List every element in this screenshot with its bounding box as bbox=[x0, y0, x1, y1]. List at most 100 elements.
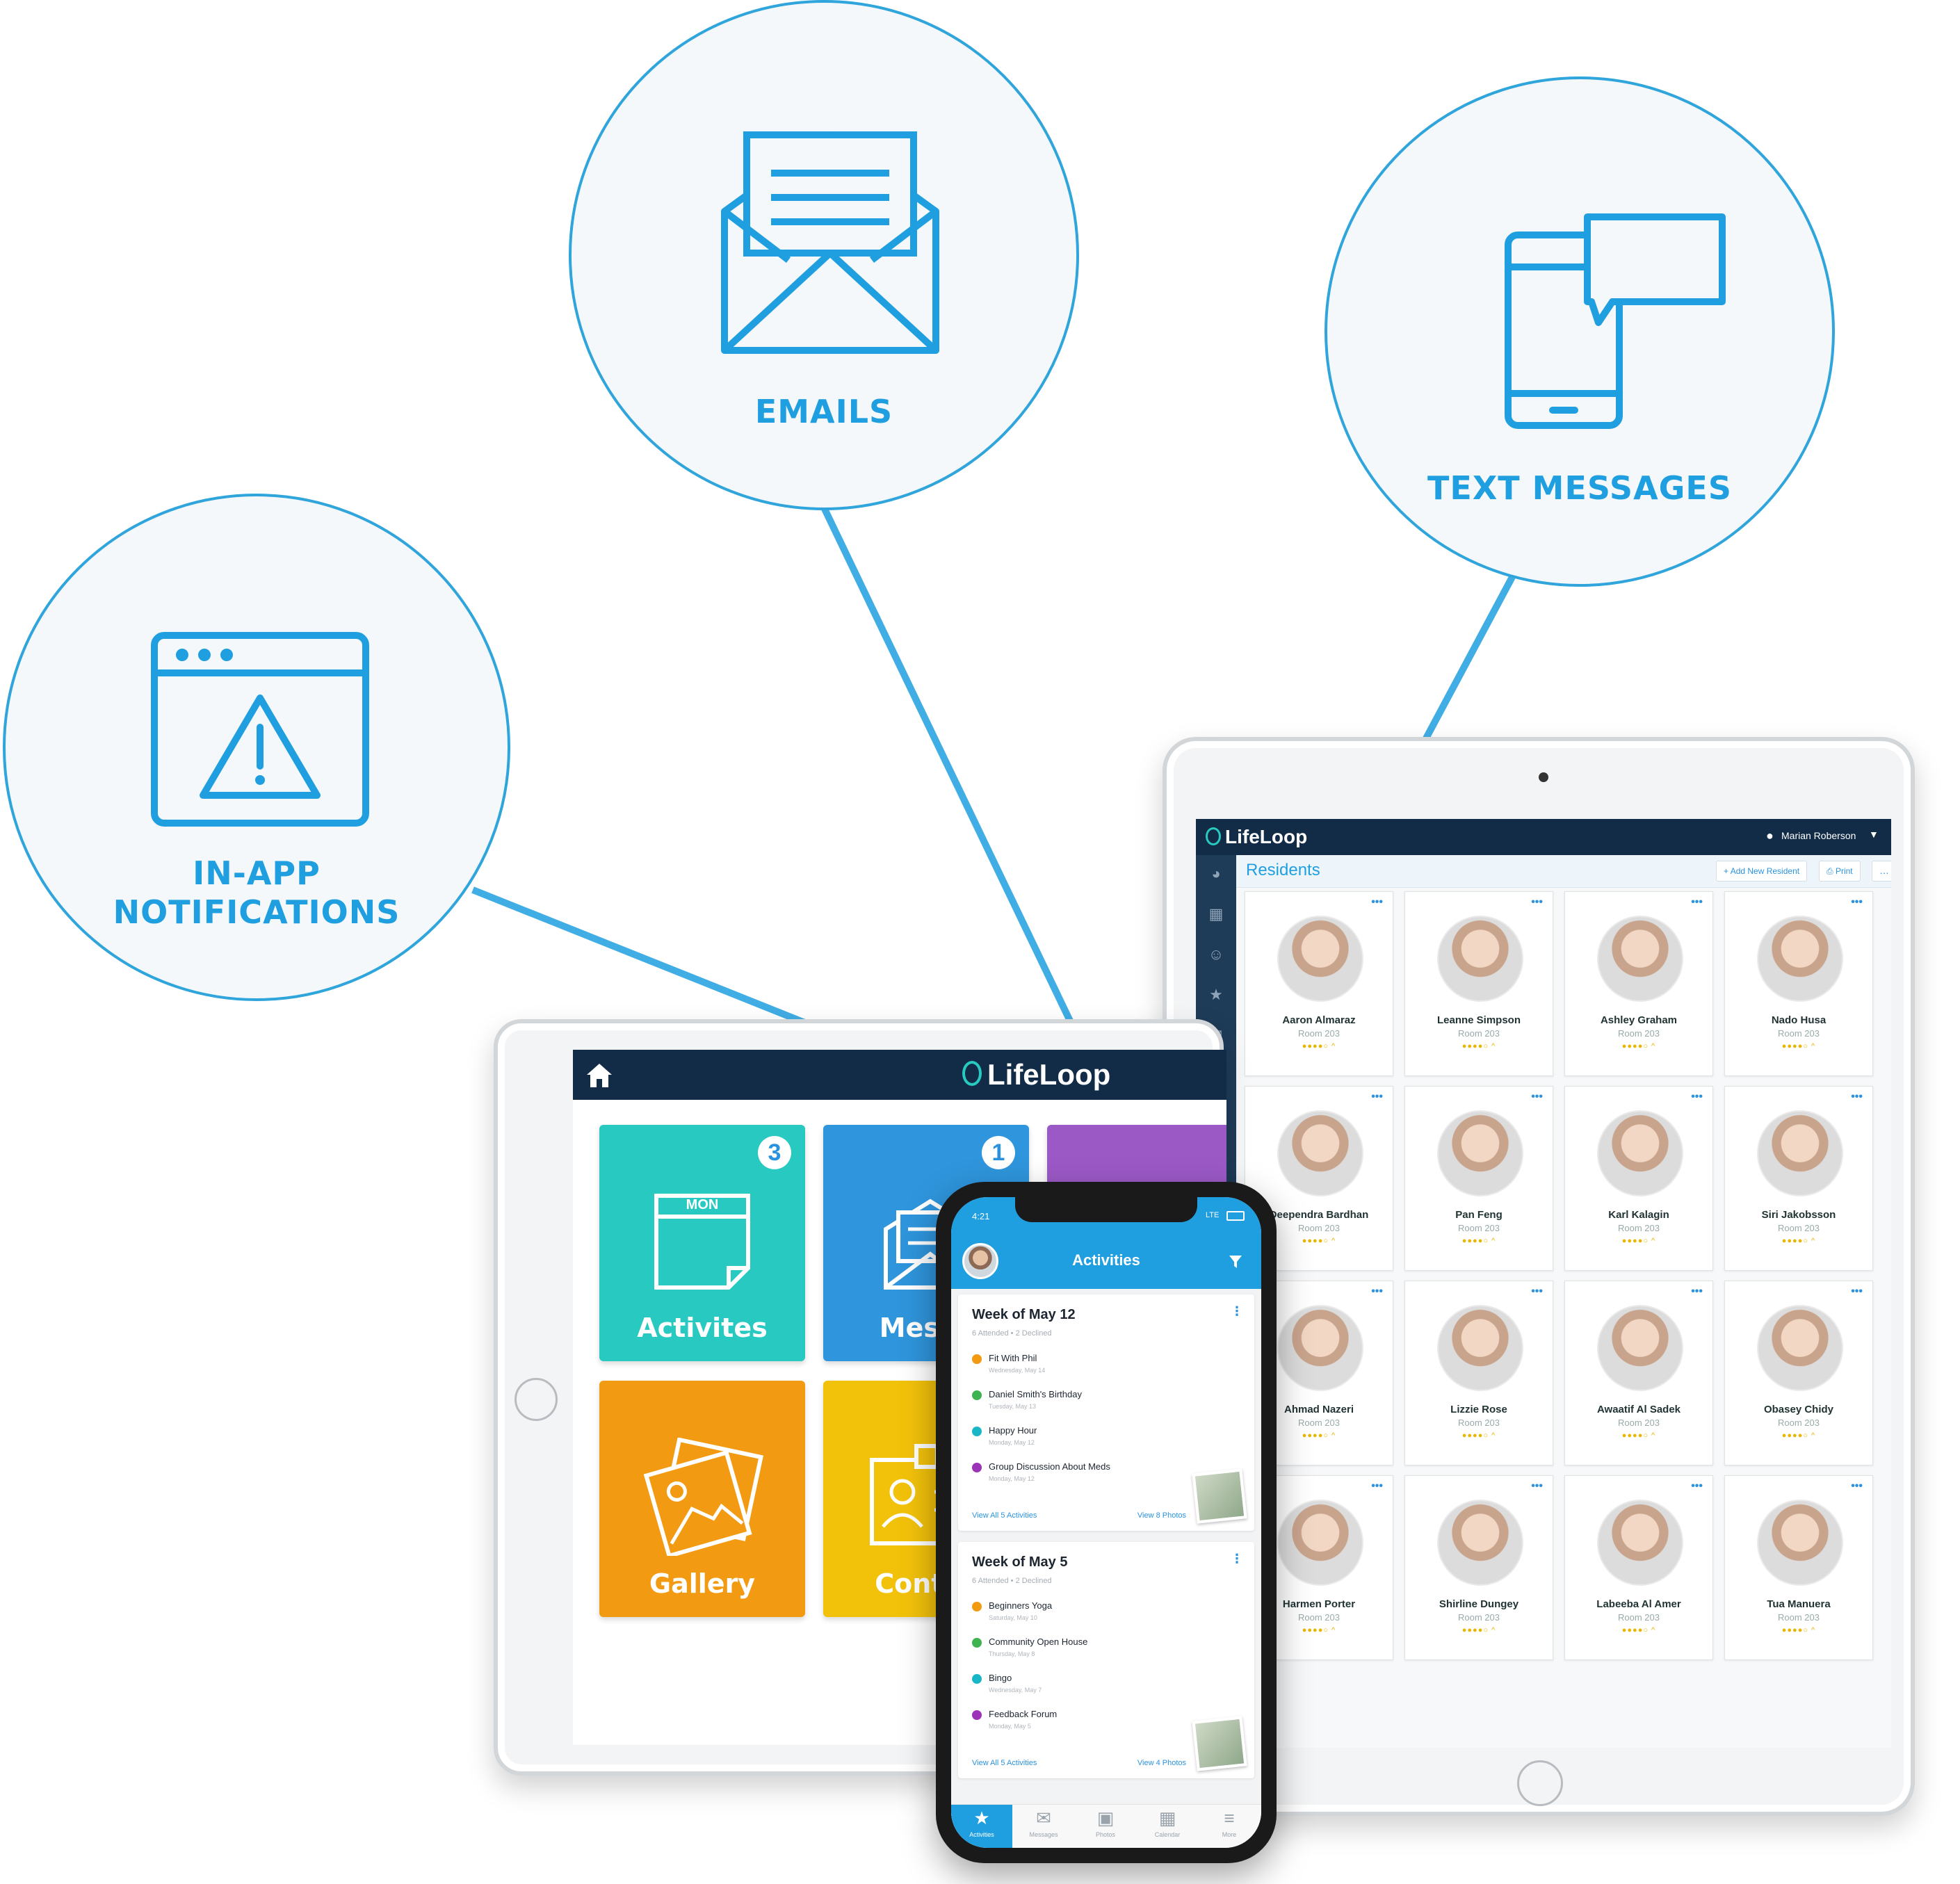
more-options-icon[interactable]: ••• bbox=[1851, 1285, 1863, 1298]
more-options-icon[interactable]: ••• bbox=[1531, 896, 1543, 909]
photo-stack-thumbnail[interactable] bbox=[1192, 1468, 1247, 1524]
more-options-icon[interactable]: ••• bbox=[1531, 1480, 1543, 1493]
resident-name: Karl Kalagin bbox=[1608, 1209, 1669, 1221]
more-options-icon[interactable]: ••• bbox=[1851, 1091, 1863, 1103]
more-options-icon[interactable]: ••• bbox=[1691, 1480, 1703, 1493]
more-options-icon[interactable]: ••• bbox=[1851, 896, 1863, 909]
view-activities-link[interactable]: View All 5 Activities bbox=[972, 1759, 1037, 1767]
more-options-icon[interactable]: ••• bbox=[1371, 896, 1383, 909]
activity-item[interactable]: Happy Hour Monday, May 12 bbox=[972, 1424, 1201, 1456]
activity-date: Monday, May 12 bbox=[989, 1439, 1035, 1446]
resident-room: Room 203 bbox=[1618, 1612, 1660, 1623]
residents-icon[interactable]: ☺ bbox=[1207, 945, 1225, 964]
notifications-label-line1: IN-APP bbox=[193, 854, 321, 892]
resident-card[interactable]: ••• Awaatif Al Sadek Room 203 ●●●●○ ^ bbox=[1564, 1281, 1713, 1465]
activity-title: Bingo bbox=[989, 1673, 1012, 1683]
rating-stars-icon: ●●●●○ ^ bbox=[1461, 1237, 1496, 1245]
filter-icon[interactable] bbox=[1228, 1254, 1243, 1269]
more-options-icon[interactable]: ••• bbox=[1691, 1091, 1703, 1103]
resident-card[interactable]: ••• Lizzie Rose Room 203 ●●●●○ ^ bbox=[1404, 1281, 1553, 1465]
resident-card[interactable]: ••• Obasey Chidy Room 203 ●●●●○ ^ bbox=[1724, 1281, 1873, 1465]
resident-photo bbox=[1437, 916, 1523, 1002]
activity-item[interactable]: Beginners Yoga Saturday, May 10 bbox=[972, 1599, 1201, 1631]
rating-stars-icon: ●●●●○ ^ bbox=[1621, 1626, 1656, 1634]
week-list: Week of May 12 ⋮ 6 Attended • 2 Declined Fi… bbox=[951, 1294, 1261, 1778]
resident-card[interactable]: ••• Karl Kalagin Room 203 ●●●●○ ^ bbox=[1564, 1086, 1713, 1271]
more-options-icon[interactable]: ••• bbox=[1371, 1091, 1383, 1103]
status-check-icon bbox=[972, 1427, 982, 1436]
more-options-icon[interactable]: ••• bbox=[1851, 1480, 1863, 1493]
tab-activities[interactable]: ★ Activities bbox=[951, 1805, 1012, 1848]
more-options-icon[interactable]: ••• bbox=[1371, 1480, 1383, 1493]
print-button[interactable]: ⎙ Print bbox=[1819, 861, 1861, 882]
activity-date: Thursday, May 8 bbox=[989, 1650, 1035, 1657]
dashboard-icon[interactable]: ◕ bbox=[1207, 865, 1225, 883]
more-options-button[interactable]: … bbox=[1872, 861, 1891, 882]
resident-card[interactable]: ••• Labeeba Al Amer Room 203 ●●●●○ ^ bbox=[1564, 1475, 1713, 1660]
resident-room: Room 203 bbox=[1458, 1418, 1500, 1428]
status-check-icon bbox=[972, 1463, 982, 1472]
emails-label: EMAILS bbox=[754, 393, 893, 430]
more-icon: ≡ bbox=[1224, 1808, 1235, 1828]
activity-item[interactable]: Feedback Forum Monday, May 5 bbox=[972, 1707, 1201, 1739]
separator-dot: • bbox=[1008, 1577, 1016, 1585]
resident-card[interactable]: ••• Siri Jakobsson Room 203 ●●●●○ ^ bbox=[1724, 1086, 1873, 1271]
chevron-down-icon[interactable]: ▼ bbox=[1869, 829, 1879, 840]
calendar-icon: ▦ bbox=[1158, 1808, 1176, 1828]
resident-card[interactable]: ••• Leanne Simpson Room 203 ●●●●○ ^ bbox=[1404, 891, 1553, 1076]
calendar-icon[interactable]: ▦ bbox=[1207, 905, 1225, 923]
resident-room: Room 203 bbox=[1458, 1028, 1500, 1039]
resident-card[interactable]: ••• Aaron Almaraz Room 203 ●●●●○ ^ bbox=[1245, 891, 1393, 1076]
activities-tile[interactable]: 3 MON Activites bbox=[599, 1125, 805, 1361]
photo-stack-thumbnail[interactable] bbox=[1192, 1716, 1247, 1771]
activity-item[interactable]: Community Open House Thursday, May 8 bbox=[972, 1635, 1201, 1667]
user-menu[interactable]: Marian Roberson bbox=[1781, 830, 1856, 841]
tab-photos[interactable]: ▣ Photos bbox=[1075, 1805, 1136, 1848]
activities-count-badge: 3 bbox=[758, 1136, 791, 1169]
tab-messages[interactable]: ✉ Messages bbox=[1013, 1805, 1074, 1848]
resident-card[interactable]: ••• Nado Husa Room 203 ●●●●○ ^ bbox=[1724, 891, 1873, 1076]
resident-card[interactable]: ••• Tua Manuera Room 203 ●●●●○ ^ bbox=[1724, 1475, 1873, 1660]
more-options-icon[interactable]: ⋮ bbox=[1231, 1552, 1243, 1566]
tab-label: Activities bbox=[969, 1831, 994, 1838]
activity-title: Daniel Smith's Birthday bbox=[989, 1389, 1082, 1399]
resident-card[interactable]: ••• Pan Feng Room 203 ●●●●○ ^ bbox=[1404, 1086, 1553, 1271]
separator-dot: • bbox=[1008, 1329, 1016, 1338]
resident-name: Tua Manuera bbox=[1767, 1598, 1831, 1610]
home-button[interactable] bbox=[515, 1378, 558, 1421]
resident-card[interactable]: ••• Shirline Dungey Room 203 ●●●●○ ^ bbox=[1404, 1475, 1553, 1660]
view-activities-link[interactable]: View All 5 Activities bbox=[972, 1511, 1037, 1520]
more-options-icon[interactable]: ••• bbox=[1531, 1285, 1543, 1298]
gallery-tile[interactable]: Gallery bbox=[599, 1381, 805, 1617]
home-button[interactable] bbox=[1517, 1760, 1563, 1806]
activity-item[interactable]: Group Discussion About Meds Monday, May 1… bbox=[972, 1460, 1201, 1492]
print-icon: ⎙ bbox=[1827, 866, 1833, 876]
phone-screen: 4:21 LTE Activities Week of May 12 ⋮ 6 Att… bbox=[951, 1197, 1261, 1848]
activity-date: Saturday, May 10 bbox=[989, 1614, 1037, 1621]
phone-header: 4:21 LTE Activities bbox=[951, 1197, 1261, 1289]
screen-title: Activities bbox=[1072, 1251, 1140, 1269]
more-options-icon[interactable]: ••• bbox=[1691, 896, 1703, 909]
home-icon[interactable] bbox=[585, 1062, 613, 1089]
activity-item[interactable]: Bingo Wednesday, May 7 bbox=[972, 1671, 1201, 1703]
more-options-icon[interactable]: ••• bbox=[1371, 1285, 1383, 1298]
activity-item[interactable]: Daniel Smith's Birthday Tuesday, May 13 bbox=[972, 1388, 1201, 1420]
resident-photo bbox=[1757, 1500, 1843, 1586]
brand-name: LifeLoop bbox=[1225, 826, 1308, 847]
add-resident-button[interactable]: + Add New Resident bbox=[1716, 861, 1808, 882]
view-photos-link[interactable]: View 4 Photos bbox=[1137, 1759, 1186, 1767]
view-photos-link[interactable]: View 8 Photos bbox=[1137, 1511, 1186, 1520]
star-icon[interactable]: ★ bbox=[1207, 986, 1225, 1004]
week-title: Week of May 12 bbox=[972, 1307, 1076, 1322]
rating-stars-icon: ●●●●○ ^ bbox=[1781, 1042, 1816, 1050]
tab-calendar[interactable]: ▦ Calendar bbox=[1137, 1805, 1198, 1848]
activity-item[interactable]: Fit With Phil Wednesday, May 14 bbox=[972, 1351, 1201, 1383]
more-options-icon[interactable]: ••• bbox=[1531, 1091, 1543, 1103]
more-options-icon[interactable]: ⋮ bbox=[1231, 1304, 1243, 1319]
app-header: LifeLoop bbox=[573, 1050, 1226, 1100]
more-options-icon[interactable]: ••• bbox=[1691, 1285, 1703, 1298]
tab-more[interactable]: ≡ More bbox=[1199, 1805, 1260, 1848]
resident-card[interactable]: ••• Ashley Graham Room 203 ●●●●○ ^ bbox=[1564, 891, 1713, 1076]
activity-title: Fit With Phil bbox=[989, 1353, 1037, 1363]
app-header: LifeLoop ● Marian Roberson ▼ bbox=[1196, 819, 1891, 855]
